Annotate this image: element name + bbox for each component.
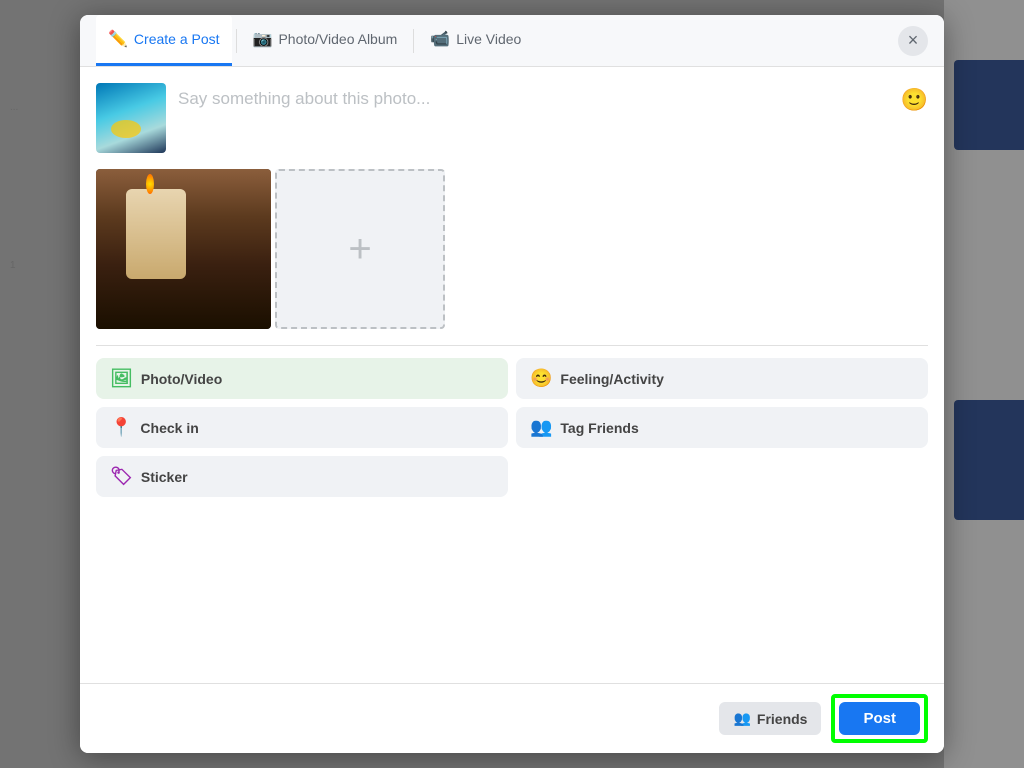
- tab-create-post[interactable]: ✏️ Create a Post: [96, 15, 232, 66]
- photo-video-button[interactable]: 🖼 Photo/Video: [96, 358, 508, 399]
- sticker-icon: 🏷: [110, 466, 133, 487]
- plus-icon: +: [348, 227, 371, 272]
- checkin-button[interactable]: 📍 Check in: [96, 407, 508, 448]
- actions-grid: 🖼 Photo/Video 😊 Feeling/Activity 📍 Check…: [96, 358, 928, 497]
- divider: [96, 345, 928, 346]
- photo-video-icon: 🖼: [110, 368, 133, 389]
- pencil-icon: ✏️: [108, 29, 128, 49]
- sidebar-num: 1: [10, 260, 16, 271]
- post-input-placeholder[interactable]: Say something about this photo...: [178, 83, 889, 109]
- emoji-button[interactable]: 🙂: [901, 87, 928, 113]
- photo-preview-thumb: [96, 169, 271, 329]
- tab-live-video[interactable]: 📹 Live Video: [418, 15, 533, 66]
- tag-friends-icon: 👥: [530, 417, 552, 438]
- audience-button[interactable]: 👥 Friends: [719, 702, 821, 735]
- post-button[interactable]: Post: [839, 702, 920, 735]
- post-button-highlight: Post: [831, 694, 928, 743]
- candle-image: [96, 169, 271, 329]
- feeling-icon: 😊: [530, 368, 552, 389]
- tab-divider-1: [236, 29, 237, 53]
- sidebar-dots: ...: [10, 102, 18, 113]
- sticker-button[interactable]: 🏷 Sticker: [96, 456, 508, 497]
- tag-friends-button[interactable]: 👥 Tag Friends: [516, 407, 928, 448]
- modal-header: ✏️ Create a Post 📷 Photo/Video Album 📹 L…: [80, 15, 944, 67]
- photo-thumbnail-image: [96, 83, 166, 153]
- add-photo-button[interactable]: +: [275, 169, 445, 329]
- location-pin-icon: 📍: [110, 417, 132, 438]
- tab-divider-2: [413, 29, 414, 53]
- tab-photo-album[interactable]: 📷 Photo/Video Album: [241, 15, 410, 66]
- photo-thumbnail: [96, 83, 166, 153]
- post-input-area: Say something about this photo... 🙂: [96, 83, 928, 153]
- close-button[interactable]: ×: [898, 26, 928, 56]
- photo-album-icon: 📷: [253, 29, 273, 49]
- modal-footer: 👥 Friends Post: [80, 683, 944, 753]
- friends-icon: 👥: [733, 710, 750, 727]
- modal-body: Say something about this photo... 🙂 + 🖼 …: [80, 67, 944, 683]
- live-video-icon: 📹: [430, 29, 450, 49]
- photo-preview-area: +: [96, 169, 928, 329]
- feeling-activity-button[interactable]: 😊 Feeling/Activity: [516, 358, 928, 399]
- create-post-modal: ✏️ Create a Post 📷 Photo/Video Album 📹 L…: [80, 15, 944, 753]
